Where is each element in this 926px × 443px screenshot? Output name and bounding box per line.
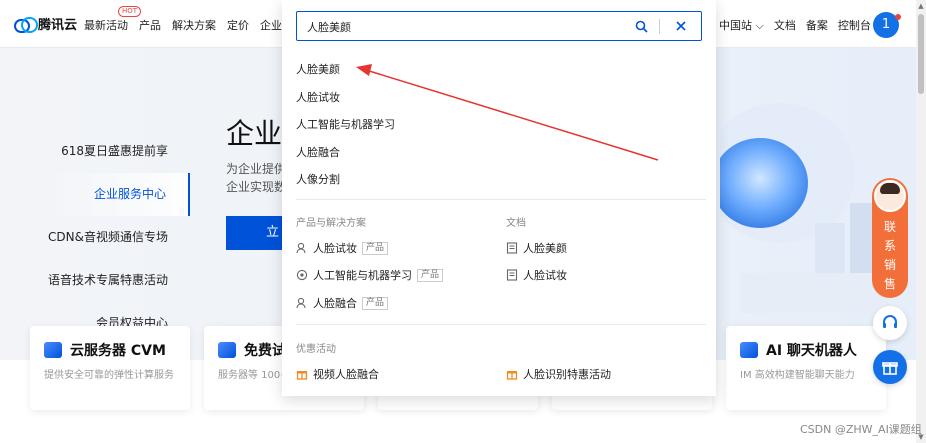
customer-service-button[interactable]: [873, 306, 907, 340]
gift-icon: [882, 362, 898, 375]
side-menu-item-cdn[interactable]: CDN&音视频通信专场: [40, 216, 190, 259]
search-input-value: 人脸美颜: [307, 21, 351, 34]
product-result-ai-ml[interactable]: 人工智能与机器学习 产品: [296, 267, 444, 283]
close-icon[interactable]: [675, 20, 687, 32]
scroll-up-arrow-icon[interactable]: ▲: [916, 2, 926, 10]
chatbot-icon: [740, 342, 758, 358]
divider: [296, 199, 706, 200]
search-dropdown: 人脸美颜 人脸美颜 人脸试妆 人工智能与机器学习 人脸融合 人像分割 产品与解决…: [282, 0, 716, 396]
result-label: 视频人脸融合: [313, 368, 379, 381]
result-label: 人脸识别特惠活动: [523, 368, 611, 381]
result-label: 人脸试妆: [313, 242, 357, 255]
hero-title: 企业服: [226, 117, 286, 150]
product-tag: 产品: [362, 241, 389, 255]
document-icon: [506, 269, 518, 281]
free-trial-icon: [218, 342, 236, 358]
headset-icon: [883, 315, 897, 328]
hero-description: 为企业提供 企业实现数: [226, 160, 284, 196]
document-icon: [506, 242, 518, 254]
nav-docs[interactable]: 文档: [774, 17, 796, 33]
main-nav: 最新活动 HOT 产品 解决方案 定价 企业中: [84, 6, 293, 33]
result-label: 人脸试妆: [523, 269, 567, 282]
contact-char: 销: [883, 258, 896, 272]
card-title-text: 免费试: [244, 343, 286, 359]
suggestion-item[interactable]: 人脸融合: [296, 139, 696, 167]
divider: [296, 324, 706, 325]
side-menu-item-enterprise[interactable]: 企业服务中心: [40, 173, 190, 216]
side-menu-item-618[interactable]: 618夏日盛惠提前享: [40, 130, 190, 173]
right-nav: 中国站 ⌵ 文档 备案 控制台: [719, 17, 871, 33]
card-desc: 提供安全可靠的弹性计算服务: [44, 370, 174, 381]
region-selector[interactable]: 中国站 ⌵: [719, 17, 764, 33]
sales-avatar-icon: [874, 180, 906, 212]
contact-sales-button[interactable]: 联 系 销 售: [872, 178, 908, 298]
product-result-face-makeup[interactable]: 人脸试妆 产品: [296, 240, 389, 256]
gift-button[interactable]: [873, 350, 907, 384]
user-face-icon: [296, 297, 306, 309]
gift-icon: [506, 371, 518, 380]
tencent-cloud-logo[interactable]: 腾讯云: [14, 14, 77, 33]
card-title-text: AI 聊天机器人: [766, 343, 857, 359]
server-icon: [44, 342, 62, 358]
hero-desc-line: 为企业提供: [226, 162, 284, 176]
contact-sales-label: 联 系 销 售: [872, 218, 908, 294]
products-section-label: 产品与解决方案: [296, 218, 366, 229]
nav-products[interactable]: 产品: [139, 17, 161, 33]
promo-section-label: 优惠活动: [296, 344, 336, 355]
search-icon[interactable]: [635, 20, 648, 33]
suggestion-item[interactable]: 人脸试妆: [296, 84, 696, 112]
user-face-icon: [296, 242, 306, 254]
logo-text: 腾讯云: [38, 18, 78, 33]
doc-result-face-beauty[interactable]: 人脸美颜: [506, 240, 567, 256]
search-input[interactable]: 人脸美颜: [296, 11, 702, 41]
suggestion-item[interactable]: 人像分割: [296, 166, 696, 194]
product-card-cvm[interactable]: 云服务器 CVM 提供安全可靠的弹性计算服务: [30, 326, 190, 410]
notification-dot: [895, 14, 901, 20]
result-label: 人工智能与机器学习: [313, 269, 412, 282]
search-suggestions: 人脸美颜 人脸试妆 人工智能与机器学习 人脸融合 人像分割: [296, 56, 696, 194]
contact-char: 联: [883, 220, 896, 234]
card-title: 云服务器 CVM: [44, 340, 176, 360]
card-title-text: 云服务器 CVM: [70, 343, 166, 359]
search-divider: [659, 19, 660, 34]
nav-latest-activity[interactable]: 最新活动 HOT: [84, 6, 142, 33]
nav-pricing[interactable]: 定价: [227, 17, 249, 33]
cloud-logo-icon: [14, 16, 38, 33]
contact-char: 售: [883, 277, 896, 291]
scroll-thumb[interactable]: [918, 14, 924, 94]
doc-result-face-makeup[interactable]: 人脸试妆: [506, 267, 567, 283]
gift-icon: [296, 371, 308, 380]
side-menu-item-voice[interactable]: 语音技术专属特惠活动: [40, 259, 190, 302]
card-desc: IM 高效构建智能聊天能力: [740, 370, 855, 381]
result-label: 人脸美颜: [523, 242, 567, 255]
hero-side-menu: 618夏日盛惠提前享 企业服务中心 CDN&音视频通信专场 语音技术专属特惠活动…: [40, 130, 190, 345]
product-result-face-fusion[interactable]: 人脸融合 产品: [296, 295, 389, 311]
promo-result-face-recognition[interactable]: 人脸识别特惠活动: [506, 366, 611, 382]
suggestion-item[interactable]: 人脸美颜: [296, 56, 696, 84]
nav-solutions[interactable]: 解决方案: [172, 17, 216, 33]
hero-cta-button[interactable]: 立即: [226, 216, 284, 250]
nav-beian[interactable]: 备案: [806, 17, 828, 33]
hero-desc-line: 企业实现数: [226, 180, 284, 194]
nav-console[interactable]: 控制台: [838, 17, 871, 33]
promo-result-video-fusion[interactable]: 视频人脸融合: [296, 366, 379, 382]
product-tag: 产品: [417, 268, 444, 282]
card-title: AI 聊天机器人: [740, 340, 872, 360]
result-label: 人脸融合: [313, 297, 357, 310]
watermark: CSDN @ZHW_AI课题组: [800, 423, 922, 436]
product-tag: 产品: [362, 296, 389, 310]
ai-brain-icon: [296, 269, 308, 281]
hot-badge: HOT: [118, 6, 142, 17]
docs-section-label: 文档: [506, 218, 526, 229]
nav-label: 最新活动: [84, 19, 128, 32]
contact-char: 系: [883, 239, 896, 253]
product-card-ai-chatbot[interactable]: AI 聊天机器人 IM 高效构建智能聊天能力: [726, 326, 886, 410]
page-scrollbar[interactable]: ▲ ▼: [916, 0, 926, 443]
suggestion-item[interactable]: 人工智能与机器学习: [296, 111, 696, 139]
